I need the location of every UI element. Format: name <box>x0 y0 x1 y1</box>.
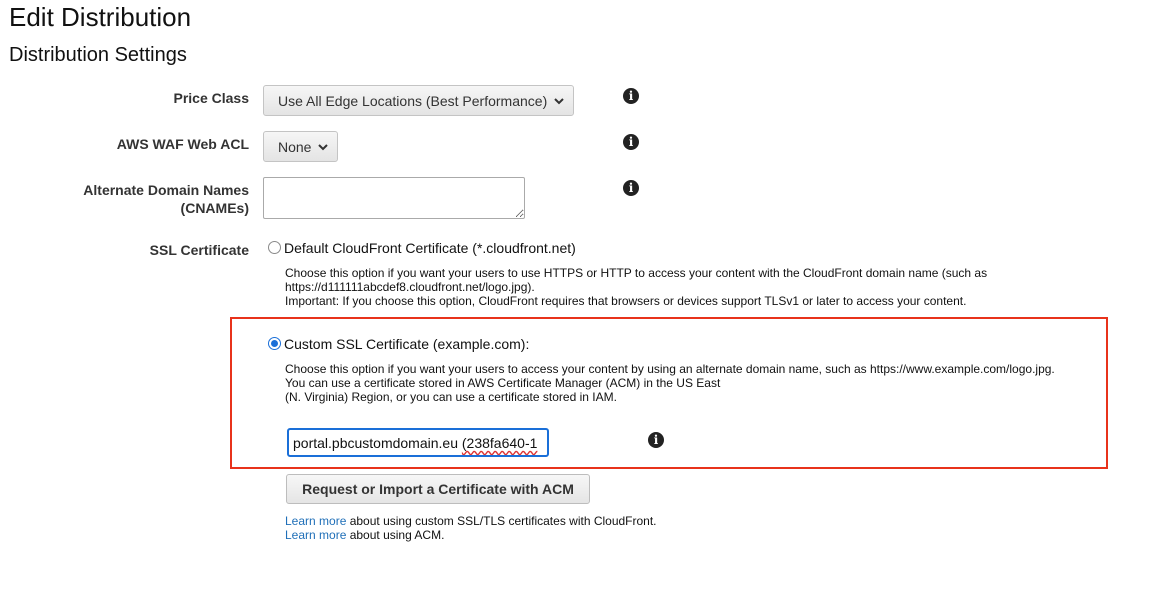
price-class-value: Use All Edge Locations (Best Performance… <box>278 92 548 109</box>
certificate-id: (238fa640-1 <box>461 435 538 451</box>
default-certificate-help-2: https://d111111abcdef8.cloudfront.net/lo… <box>285 280 535 294</box>
learn-more-acm-line: Learn more about using ACM. <box>285 528 444 542</box>
info-icon[interactable]: i <box>648 432 664 448</box>
cnames-label: Alternate Domain Names (CNAMEs) <box>83 181 249 217</box>
page-title: Edit Distribution <box>9 2 192 32</box>
cnames-label-line1: Alternate Domain Names <box>83 182 249 198</box>
waf-label: AWS WAF Web ACL <box>116 136 249 152</box>
custom-certificate-help-3: (N. Virginia) Region, or you can use a c… <box>285 390 617 404</box>
learn-more-ssl-line: Learn more about using custom SSL/TLS ce… <box>285 514 657 528</box>
custom-certificate-help-2: You can use a certificate stored in AWS … <box>285 376 721 390</box>
certificate-input[interactable]: portal.pbcustomdomain.eu (238fa640-1 <box>287 428 549 457</box>
custom-certificate-label[interactable]: Custom SSL Certificate (example.com): <box>284 336 529 352</box>
default-certificate-label[interactable]: Default CloudFront Certificate (*.cloudf… <box>284 240 576 256</box>
certificate-domain: portal.pbcustomdomain.eu <box>293 435 458 451</box>
chevron-down-icon <box>318 143 329 150</box>
waf-select[interactable]: None <box>263 131 339 162</box>
learn-more-acm-text: about using ACM. <box>346 528 445 542</box>
chevron-down-icon <box>554 97 564 104</box>
info-icon[interactable]: i <box>623 88 639 104</box>
custom-certificate-help-1: Choose this option if you want your user… <box>285 362 1055 376</box>
learn-more-ssl-text: about using custom SSL/TLS certificates … <box>346 514 657 528</box>
cnames-label-line2: (CNAMEs) <box>180 200 249 216</box>
section-title: Distribution Settings <box>9 44 187 66</box>
request-certificate-button[interactable]: Request or Import a Certificate with ACM <box>286 474 590 504</box>
ssl-certificate-label: SSL Certificate <box>149 242 249 258</box>
custom-certificate-radio[interactable] <box>268 337 281 350</box>
waf-value: None <box>278 138 312 155</box>
default-certificate-radio[interactable] <box>268 241 281 254</box>
price-class-label: Price Class <box>173 90 250 106</box>
learn-more-ssl-link[interactable]: Learn more <box>285 514 346 528</box>
info-icon[interactable]: i <box>623 180 639 196</box>
price-class-select[interactable]: Use All Edge Locations (Best Performance… <box>263 85 575 116</box>
cnames-textarea[interactable] <box>263 177 525 219</box>
learn-more-acm-link[interactable]: Learn more <box>285 528 346 542</box>
default-certificate-help-1: Choose this option if you want your user… <box>285 266 988 280</box>
info-icon[interactable]: i <box>623 134 639 150</box>
default-certificate-help-3: Important: If you choose this option, Cl… <box>285 294 967 308</box>
